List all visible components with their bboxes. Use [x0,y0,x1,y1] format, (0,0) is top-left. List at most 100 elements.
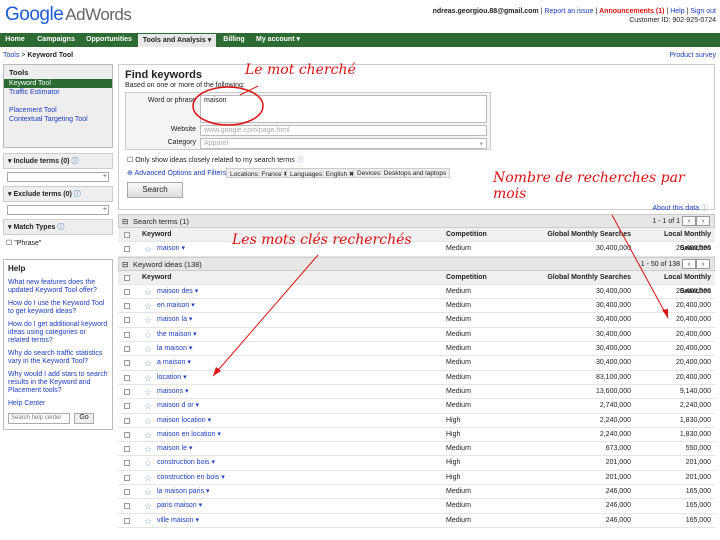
collapse-icon[interactable]: ⊟ [122,258,128,271]
keyword-ideas-header[interactable]: ⊟ Keyword ideas (138) 1 - 50 of 138 ‹ › [118,256,715,271]
keyword-link[interactable]: maison des ▾ [157,285,198,299]
star-icon[interactable]: ☆ [144,328,152,342]
select-all-checkbox[interactable] [124,232,130,238]
table-row[interactable]: ☆ location ▾ Medium 83,100,000 20,400,000 [118,371,715,385]
help-link-q4[interactable]: Why do search traffic statistics vary in… [8,350,108,366]
select-all-checkbox[interactable] [124,274,130,281]
star-icon[interactable]: ☆ [144,499,152,513]
keyword-link[interactable]: en maison ▾ [157,299,195,313]
row-checkbox[interactable] [124,474,130,481]
row-checkbox[interactable] [124,346,130,353]
table-row[interactable]: ☆ la maison paris ▾ Medium 246,000 165,000 [118,485,715,500]
tab-my-account[interactable]: My account ▾ [252,33,304,47]
help-icon[interactable]: ⓘ [71,158,78,165]
star-icon[interactable]: ☆ [144,342,152,356]
adwords-logo[interactable]: Google AdWords [5,4,132,26]
row-checkbox[interactable] [124,388,130,395]
sidebar-item-placement-tool[interactable]: Placement Tool [4,106,112,115]
announcements-link[interactable]: Announcements (1) [599,8,664,15]
row-checkbox[interactable] [124,517,130,524]
keyword-link[interactable]: the maison ▾ [157,328,197,342]
category-select[interactable]: Apparel ▾ [200,138,487,149]
keyword-link[interactable]: maison location ▾ [157,414,211,428]
row-checkbox[interactable] [124,460,130,467]
table-row[interactable]: ☆ paris maison ▾ Medium 246,000 165,000 [118,499,715,514]
col-global[interactable]: Global Monthly Searches [531,228,631,242]
language-chip[interactable]: Languages: English ✖ [286,168,359,178]
help-link-q3[interactable]: How do I get additional keyword ideas us… [8,321,108,345]
tab-opportunities[interactable]: Opportunities [82,33,136,47]
add-icon[interactable]: + [103,206,107,213]
phrase-checkbox-row[interactable]: ☐ "Phrase" [3,238,113,259]
help-icon[interactable]: ⓘ [74,191,81,198]
keyword-link[interactable]: maison d or ▾ [157,399,199,413]
table-row[interactable]: ☆ maison le ▾ Medium 673,000 550,000 [118,442,715,457]
exclude-terms-input[interactable]: + [7,205,109,215]
star-icon[interactable]: ☆ [144,313,152,327]
col-global[interactable]: Global Monthly Searches [531,271,631,285]
row-checkbox[interactable] [124,303,130,310]
table-row[interactable]: ☆ maisons ▾ Medium 13,600,000 9,140,000 [118,385,715,400]
keyword-link[interactable]: construction en bois ▾ [157,471,225,485]
col-keyword[interactable]: Keyword [142,228,172,242]
star-icon[interactable]: ☆ [144,514,152,528]
search-button[interactable]: Search [127,182,183,198]
table-row[interactable]: ☆ a maison ▾ Medium 30,400,000 20,400,000 [118,356,715,371]
star-icon[interactable]: ☆ [144,456,152,470]
help-search-input[interactable]: Search help center [8,413,70,424]
help-icon[interactable]: ⓘ [297,157,304,164]
star-icon[interactable]: ☆ [144,385,152,399]
table-row[interactable]: ☆ the maison ▾ Medium 30,400,000 20,400,000 [118,328,715,343]
keyword-link[interactable]: la maison paris ▾ [157,485,210,499]
table-row[interactable]: ☆ la maison ▾ Medium 30,400,000 20,400,000 [118,342,715,357]
keyword-link[interactable]: ville maison ▾ [157,514,199,528]
tab-home[interactable]: Home [0,33,30,47]
sidebar-item-contextual-targeting[interactable]: Contextual Targeting Tool [4,115,112,124]
include-terms-filter[interactable]: ▾ Include terms (0) ⓘ [3,153,113,169]
help-go-button[interactable]: Go [74,413,94,424]
help-link[interactable]: Help [670,8,684,15]
help-icon[interactable]: ⓘ [57,224,64,231]
next-page-button[interactable]: › [696,258,710,269]
row-checkbox[interactable] [124,360,130,367]
sidebar-item-keyword-tool[interactable]: Keyword Tool [4,79,112,88]
help-link-q1[interactable]: What new features does the updated Keywo… [8,279,108,295]
search-terms-header[interactable]: ⊟ Search terms (1) 1 - 1 of 1 ‹ › [118,214,715,228]
exclude-terms-filter[interactable]: ▾ Exclude terms (0) ⓘ [3,186,113,202]
row-checkbox[interactable] [124,374,130,381]
advanced-options-link[interactable]: ⊕ Advanced Options and Filters [127,169,226,177]
device-chip[interactable]: Devices: Desktops and laptops [353,168,451,178]
include-terms-input[interactable]: + [7,172,109,182]
star-icon[interactable]: ☆ [144,442,152,456]
star-icon[interactable]: ☆ [144,299,152,313]
location-chip[interactable]: Locations: France ✖ [226,168,293,178]
keyword-link[interactable]: paris maison ▾ [157,499,202,513]
prev-page-button[interactable]: ‹ [682,216,696,227]
star-icon[interactable]: ☆ [144,399,152,413]
table-row[interactable]: ☆ maison location ▾ High 2,240,000 1,830,000 [118,414,715,428]
row-checkbox[interactable] [124,317,130,324]
table-row[interactable]: ☆ maison ▾ Medium 30,400,000 20,400,000 [118,242,715,257]
table-row[interactable]: ☆ en maison ▾ Medium 30,400,000 20,400,000 [118,299,715,314]
table-row[interactable]: ☆ maison des ▾ Medium 30,400,000 20,400,000 [118,285,715,300]
keyword-link[interactable]: construction bois ▾ [157,456,215,470]
product-survey-link[interactable]: Product survey [669,52,716,59]
prev-page-button[interactable]: ‹ [682,258,696,269]
col-competition[interactable]: Competition [446,228,487,242]
word-phrase-input[interactable]: maison [200,95,487,123]
sign-out-link[interactable]: Sign out [690,8,716,15]
help-link-q2[interactable]: How do I use the Keyword Tool to get key… [8,300,108,316]
row-checkbox[interactable] [124,503,130,510]
table-row[interactable]: ☆ ville maison ▾ Medium 246,000 165,000 [118,514,715,528]
tab-campaigns[interactable]: Campaigns [32,33,80,47]
table-row[interactable]: ☆ maison d or ▾ Medium 2,740,000 2,240,000 [118,399,715,414]
row-checkbox[interactable] [124,431,130,438]
collapse-icon[interactable]: ⊟ [122,215,128,228]
star-icon[interactable]: ☆ [144,414,152,428]
star-icon[interactable]: ☆ [144,356,152,370]
website-input[interactable]: www.google.com/page.html [200,125,487,136]
tab-tools-and-analysis[interactable]: Tools and Analysis ▾ [138,34,216,47]
row-checkbox[interactable] [124,417,130,424]
row-checkbox[interactable] [124,331,130,338]
star-icon[interactable]: ☆ [144,285,152,299]
